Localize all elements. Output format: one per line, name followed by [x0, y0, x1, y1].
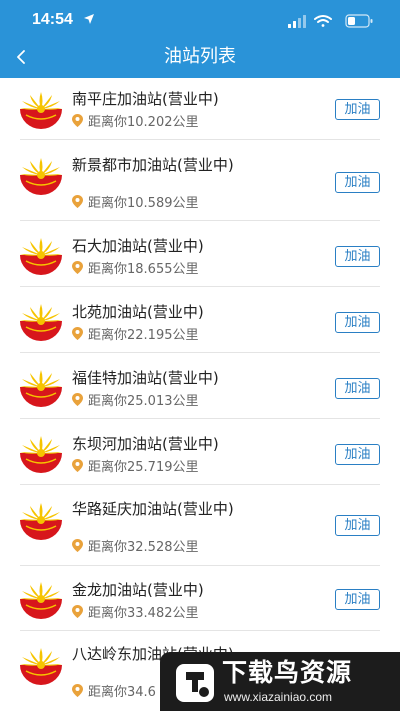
station-row[interactable]: 新景都市加油站(营业中) 距离你10.589公里 加油	[0, 140, 400, 221]
petrochina-logo-icon	[18, 155, 64, 195]
status-bar: 14:54	[0, 0, 400, 40]
refuel-button[interactable]: 加油	[335, 515, 380, 536]
distance-text: 距离你22.195公里	[88, 327, 199, 343]
refuel-button[interactable]: 加油	[335, 589, 380, 610]
station-row[interactable]: 南平庄加油站(营业中) 距离你10.202公里 加油	[0, 78, 400, 140]
refuel-button[interactable]: 加油	[335, 246, 380, 267]
petrochina-logo-icon	[18, 367, 64, 407]
station-row[interactable]: 华路延庆加油站(营业中) 距离你32.528公里 加油	[0, 485, 400, 566]
app-header: 14:54 油站列表	[0, 0, 400, 78]
watermark-title: 下载鸟资源	[222, 658, 353, 687]
wifi-icon	[314, 15, 332, 27]
station-name: 北苑加油站(营业中)	[72, 303, 204, 321]
refuel-button[interactable]: 加油	[335, 378, 380, 399]
petrochina-logo-icon	[18, 500, 64, 540]
location-pin-icon	[72, 114, 83, 127]
station-distance: 距离你25.719公里	[72, 456, 199, 475]
battery-icon	[345, 14, 373, 28]
distance-text: 距离你25.719公里	[88, 459, 199, 475]
station-row[interactable]: 北苑加油站(营业中) 距离你22.195公里 加油	[0, 287, 400, 353]
station-row[interactable]: 石大加油站(营业中) 距离你18.655公里 加油	[0, 221, 400, 287]
watermark-banner: 下载鸟资源 www.xiazainiao.com	[160, 652, 400, 711]
station-row[interactable]: 福佳特加油站(营业中) 距离你25.013公里 加油	[0, 353, 400, 419]
station-distance: 距离你10.202公里	[72, 111, 199, 130]
distance-text: 距离你33.482公里	[88, 605, 199, 621]
location-pin-icon	[72, 195, 83, 208]
distance-text: 距离你18.655公里	[88, 261, 199, 277]
station-distance: 距离你10.589公里	[72, 192, 199, 211]
location-pin-icon	[72, 261, 83, 274]
station-distance: 距离你25.013公里	[72, 390, 199, 409]
station-distance: 距离你34.6	[72, 681, 156, 700]
station-name: 华路延庆加油站(营业中)	[72, 500, 234, 518]
distance-text: 距离你32.528公里	[88, 539, 199, 555]
watermark-url: www.xiazainiao.com	[224, 690, 333, 704]
page-title: 油站列表	[164, 46, 236, 67]
location-pin-icon	[72, 539, 83, 552]
refuel-button[interactable]: 加油	[335, 99, 380, 120]
location-arrow-icon	[84, 14, 94, 24]
station-distance: 距离你18.655公里	[72, 258, 199, 277]
station-name: 东坝河加油站(营业中)	[72, 435, 219, 453]
petrochina-logo-icon	[18, 645, 64, 685]
petrochina-logo-icon	[18, 89, 64, 129]
distance-text: 距离你25.013公里	[88, 393, 199, 409]
refuel-button[interactable]: 加油	[335, 172, 380, 193]
distance-text: 距离你34.6	[88, 684, 156, 700]
station-distance: 距离你33.482公里	[72, 602, 199, 621]
station-name: 金龙加油站(营业中)	[72, 581, 204, 599]
refuel-button[interactable]: 加油	[335, 312, 380, 333]
location-pin-icon	[72, 459, 83, 472]
station-distance: 距离你22.195公里	[72, 324, 199, 343]
petrochina-logo-icon	[18, 301, 64, 341]
station-name: 福佳特加油站(营业中)	[72, 369, 219, 387]
station-name: 石大加油站(营业中)	[72, 237, 204, 255]
station-row[interactable]: 东坝河加油站(营业中) 距离你25.719公里 加油	[0, 419, 400, 485]
location-pin-icon	[72, 605, 83, 618]
station-row[interactable]: 金龙加油站(营业中) 距离你33.482公里 加油	[0, 566, 400, 631]
status-time: 14:54	[32, 11, 73, 28]
location-pin-icon	[72, 327, 83, 340]
location-pin-icon	[72, 684, 83, 697]
distance-text: 距离你10.202公里	[88, 114, 199, 130]
distance-text: 距离你10.589公里	[88, 195, 199, 211]
station-distance: 距离你32.528公里	[72, 536, 199, 555]
petrochina-logo-icon	[18, 235, 64, 275]
station-name: 新景都市加油站(营业中)	[72, 156, 234, 174]
download-bird-logo-icon	[176, 664, 214, 702]
station-name: 南平庄加油站(营业中)	[72, 90, 219, 108]
refuel-button[interactable]: 加油	[335, 444, 380, 465]
status-icons	[288, 14, 373, 28]
petrochina-logo-icon	[18, 579, 64, 619]
petrochina-logo-icon	[18, 433, 64, 473]
signal-icon	[288, 15, 306, 28]
location-pin-icon	[72, 393, 83, 406]
